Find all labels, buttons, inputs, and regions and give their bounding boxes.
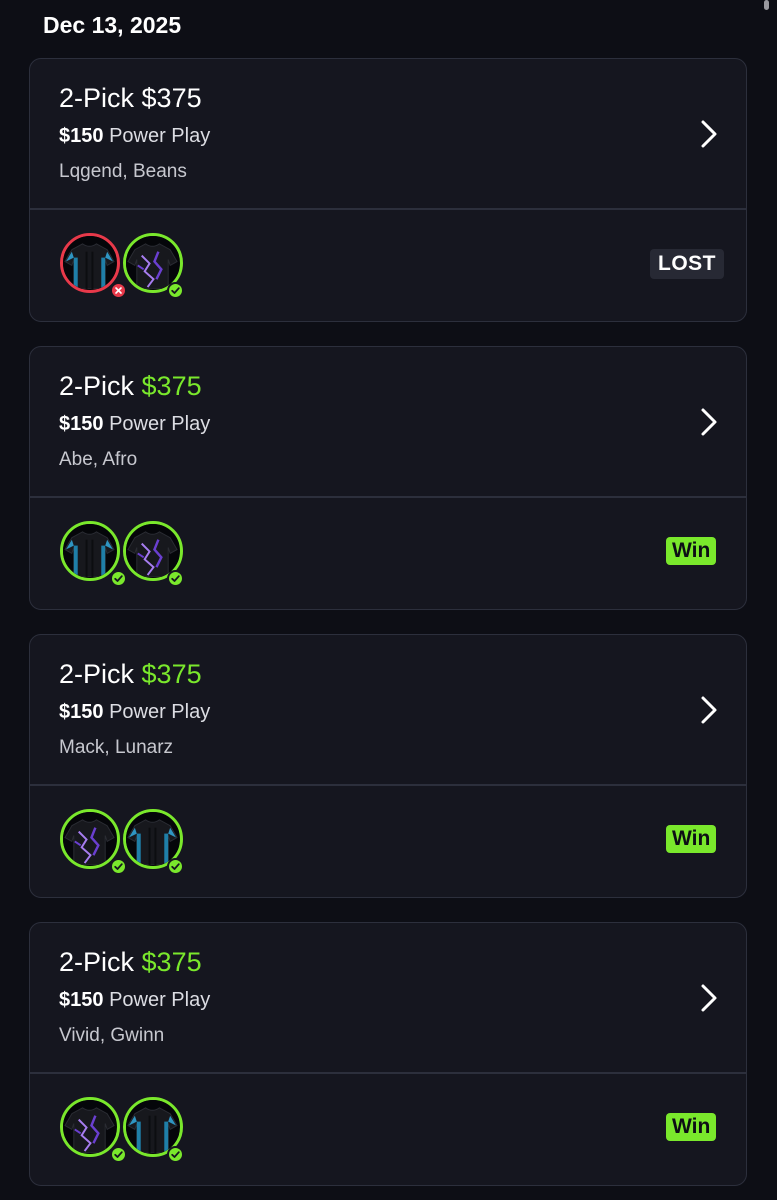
entry-title: 2-Pick $375: [59, 83, 202, 114]
won-check-icon: [167, 282, 184, 299]
entry-card[interactable]: 2-Pick $375 $150 Power Play Lqgend, Beans L…: [29, 58, 747, 322]
entry-title: 2-Pick $375: [59, 371, 202, 402]
entry-amount: $150: [59, 125, 104, 147]
player-avatar[interactable]: [60, 233, 120, 293]
blue-jersey-icon: [126, 812, 180, 865]
payout-amount: $375: [141, 83, 202, 113]
won-check-icon: [167, 570, 184, 587]
purple-jersey-icon: [126, 524, 180, 577]
entry-details: $150 Power Play: [59, 413, 210, 436]
won-check-icon: [167, 1146, 184, 1163]
entry-type: Power Play: [109, 989, 211, 1011]
pick-count: 2-Pick: [59, 659, 135, 689]
entry-title: 2-Pick $375: [59, 947, 202, 978]
entry-amount: $150: [59, 701, 104, 723]
entry-summary[interactable]: 2-Pick $375 $150 Power Play Mack, Lunarz: [30, 635, 746, 784]
chevron-right-icon[interactable]: [698, 983, 720, 1013]
chevron-right-icon[interactable]: [698, 119, 720, 149]
purple-jersey-icon: [126, 236, 180, 289]
entry-picks-row: Win: [30, 785, 746, 897]
pick-count: 2-Pick: [59, 83, 135, 113]
scrollbar[interactable]: [764, 0, 769, 10]
chevron-right-icon[interactable]: [698, 695, 720, 725]
result-badge: Win: [666, 1113, 717, 1141]
entry-summary[interactable]: 2-Pick $375 $150 Power Play Vivid, Gwinn: [30, 923, 746, 1072]
purple-jersey-icon: [63, 1100, 117, 1153]
payout-amount: $375: [141, 659, 202, 689]
entry-type: Power Play: [109, 413, 211, 435]
entry-card[interactable]: 2-Pick $375 $150 Power Play Abe, Afro Win: [29, 346, 747, 610]
entry-amount: $150: [59, 989, 104, 1011]
entry-summary[interactable]: 2-Pick $375 $150 Power Play Abe, Afro: [30, 347, 746, 496]
entry-picks-row: Win: [30, 1073, 746, 1185]
won-check-icon: [110, 858, 127, 875]
entry-picks-row: LOST: [30, 209, 746, 321]
blue-jersey-icon: [126, 1100, 180, 1153]
entry-type: Power Play: [109, 125, 211, 147]
entry-amount: $150: [59, 413, 104, 435]
won-check-icon: [110, 570, 127, 587]
entry-card[interactable]: 2-Pick $375 $150 Power Play Mack, Lunarz Wi…: [29, 634, 747, 898]
payout-amount: $375: [141, 371, 202, 401]
purple-jersey-icon: [63, 812, 117, 865]
date-header: Dec 13, 2025: [43, 12, 182, 38]
player-names: Abe, Afro: [59, 449, 138, 470]
entry-summary[interactable]: 2-Pick $375 $150 Power Play Lqgend, Beans: [30, 59, 746, 208]
chevron-right-icon[interactable]: [698, 407, 720, 437]
player-avatar[interactable]: [60, 521, 120, 581]
entry-details: $150 Power Play: [59, 701, 210, 724]
entry-picks-row: Win: [30, 497, 746, 609]
entry-type: Power Play: [109, 701, 211, 723]
entry-details: $150 Power Play: [59, 989, 210, 1012]
result-badge: Win: [666, 537, 717, 565]
player-names: Mack, Lunarz: [59, 737, 174, 758]
won-check-icon: [110, 1146, 127, 1163]
player-names: Lqgend, Beans: [59, 161, 187, 182]
entry-details: $150 Power Play: [59, 125, 210, 148]
pick-count: 2-Pick: [59, 371, 135, 401]
lost-x-icon: [110, 282, 127, 299]
result-badge: LOST: [650, 249, 724, 279]
player-avatar[interactable]: [60, 1097, 120, 1157]
payout-amount: $375: [141, 947, 202, 977]
blue-jersey-icon: [63, 524, 117, 577]
entry-title: 2-Pick $375: [59, 659, 202, 690]
entry-card[interactable]: 2-Pick $375 $150 Power Play Vivid, Gwinn Wi…: [29, 922, 747, 1186]
result-badge: Win: [666, 825, 717, 853]
player-names: Vivid, Gwinn: [59, 1025, 165, 1046]
pick-count: 2-Pick: [59, 947, 135, 977]
blue-jersey-icon: [63, 236, 117, 289]
entries-screen: Dec 13, 2025 2-Pick $375 $150 Power Play L…: [0, 0, 777, 1200]
won-check-icon: [167, 858, 184, 875]
player-avatar[interactable]: [60, 809, 120, 869]
